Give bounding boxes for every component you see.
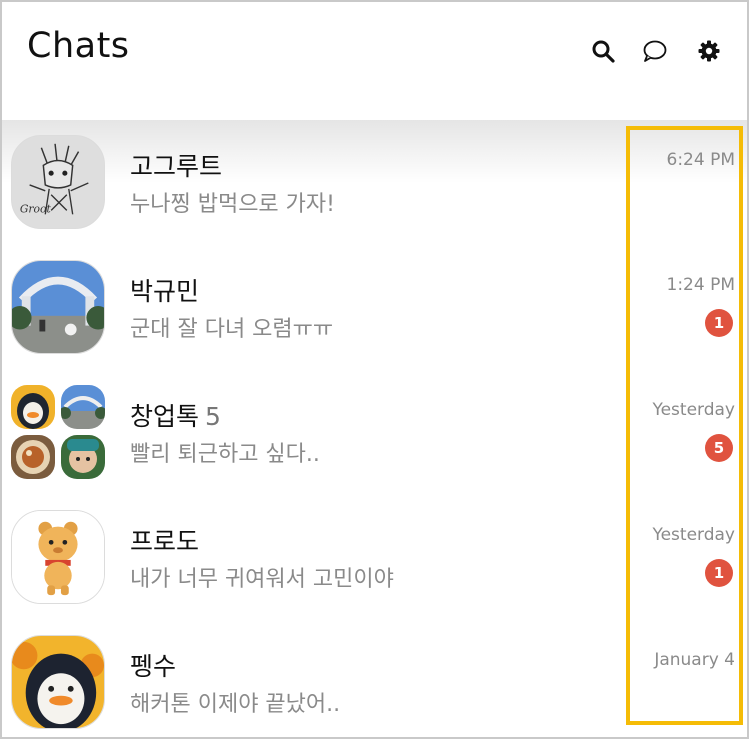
chat-time: 6:24 PM [666, 150, 736, 170]
chat-time: Yesterday [652, 525, 735, 545]
chat-preview: 내가 너무 귀여워서 고민이야 [130, 567, 394, 592]
avatar: Groot [11, 135, 105, 229]
chat-preview: 해커톤 이제야 끝났어.. [130, 692, 341, 717]
chat-window: Chats Groot 고그루트 누나찡 밥먹으로 가자! 6:24 PM 박규… [0, 0, 749, 739]
chat-item[interactable]: 펭수 해커톤 이제야 끝났어.. January 4 [2, 620, 747, 737]
unread-badge: 1 [705, 309, 733, 337]
chat-bubble-icon[interactable] [642, 38, 668, 64]
svg-text:Groot: Groot [20, 202, 52, 215]
chat-name: 프로도 [130, 527, 200, 556]
avatar [11, 635, 105, 729]
chat-item[interactable]: 프로도 내가 너무 귀여워서 고민이야 Yesterday 1 [2, 495, 747, 615]
chat-preview: 군대 잘 다녀 오렴ㅠㅠ [130, 317, 334, 342]
chat-item[interactable]: Groot 고그루트 누나찡 밥먹으로 가자! 6:24 PM [2, 120, 747, 240]
chat-name: 펭수 [130, 652, 177, 681]
header: Chats [2, 2, 747, 120]
avatar [11, 435, 55, 479]
avatar [11, 510, 105, 604]
chat-time: January 4 [654, 650, 735, 670]
chat-name: 박규민 [130, 277, 200, 306]
group-avatar [11, 385, 105, 479]
gear-icon[interactable] [696, 38, 722, 64]
chat-time: 1:24 PM [666, 275, 736, 295]
page-title: Chats [27, 26, 130, 66]
chat-name: 창업톡 5 [130, 402, 221, 431]
unread-badge: 1 [705, 559, 733, 587]
avatar [11, 385, 55, 429]
chat-name: 고그루트 [130, 152, 223, 181]
avatar [11, 260, 105, 354]
chat-preview: 누나찡 밥먹으로 가자! [130, 192, 335, 217]
chat-preview: 빨리 퇴근하고 싶다.. [130, 442, 320, 467]
search-icon[interactable] [590, 38, 616, 64]
avatar [61, 435, 105, 479]
unread-badge: 5 [705, 434, 733, 462]
chat-item[interactable]: 박규민 군대 잘 다녀 오렴ㅠㅠ 1:24 PM 1 [2, 245, 747, 365]
chat-item[interactable]: 창업톡 5 빨리 퇴근하고 싶다.. Yesterday 5 [2, 370, 747, 490]
member-count: 5 [205, 402, 221, 431]
avatar [61, 385, 105, 429]
chat-time: Yesterday [652, 400, 735, 420]
